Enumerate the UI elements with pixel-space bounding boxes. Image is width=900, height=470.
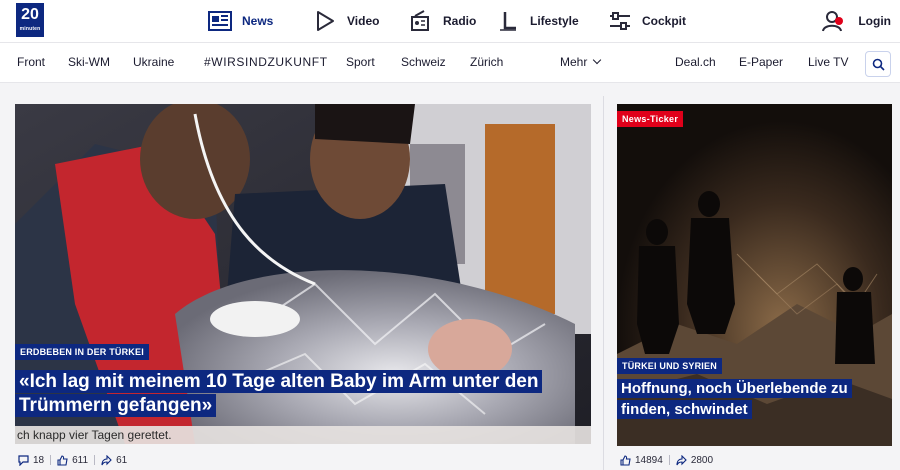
share-icon xyxy=(676,454,687,465)
reactions-value: 14894 xyxy=(635,454,663,466)
section-link-sport[interactable]: Sport xyxy=(346,43,375,82)
side-headline: Hoffnung, noch Überlebende zu finden, sc… xyxy=(617,378,877,420)
side-teaser-stats: 14894 2800 xyxy=(620,452,713,468)
nav-label-video: Video xyxy=(347,14,380,28)
logo-word: minuten xyxy=(19,26,41,32)
nav-label-news: News xyxy=(242,14,274,28)
nav-label-radio: Radio xyxy=(443,14,477,28)
side-kicker: Türkei und Syrien xyxy=(617,358,722,374)
nav-item-lifestyle[interactable]: Lifestyle xyxy=(496,0,579,42)
nav-item-news[interactable]: News xyxy=(208,0,273,42)
link-live-tv[interactable]: Live TV xyxy=(808,43,848,82)
comments-value: 18 xyxy=(33,454,45,466)
section-link-zuerich[interactable]: Zürich xyxy=(470,43,503,82)
main-teaser-stats: 18 611 61 xyxy=(18,452,127,468)
stat-separator xyxy=(50,455,52,465)
play-icon xyxy=(317,11,334,31)
main-lead: ch knapp vier Tagen gerettet. xyxy=(15,426,591,444)
main-kicker: Erdbeben in der Türkei xyxy=(15,344,149,360)
lifestyle-icon xyxy=(500,12,516,31)
more-menu-label: Mehr xyxy=(560,55,588,69)
main-teaser[interactable]: Erdbeben in der Türkei «Ich lag mit mein… xyxy=(15,104,591,444)
stat-separator xyxy=(668,455,670,465)
link-deal[interactable]: Deal.ch xyxy=(675,43,716,82)
nav-label-lifestyle: Lifestyle xyxy=(530,14,579,28)
chevron-down-icon xyxy=(593,55,602,65)
login-label: Login xyxy=(858,14,891,28)
column-divider xyxy=(603,96,604,470)
share-icon xyxy=(101,454,112,465)
reactions-count[interactable]: 611 xyxy=(57,455,88,466)
section-link-ukraine[interactable]: Ukraine xyxy=(133,43,174,82)
nav-item-radio[interactable]: Radio xyxy=(409,0,476,42)
nav-item-cockpit[interactable]: Cockpit xyxy=(608,0,686,42)
search-icon xyxy=(872,58,885,71)
section-nav: Front Ski-WM Ukraine #WIRSINDZUKUNFT Spo… xyxy=(0,42,900,83)
sliders-icon xyxy=(610,12,630,30)
nav-item-video[interactable]: Video xyxy=(313,0,379,42)
shares-value: 61 xyxy=(116,454,128,466)
login-button[interactable]: Login xyxy=(822,0,891,42)
shares-count[interactable]: 61 xyxy=(101,454,128,466)
shares-count[interactable]: 2800 xyxy=(676,454,714,466)
top-header: 20 minuten News Video Radio Lifestyle Co… xyxy=(0,0,900,42)
search-button[interactable] xyxy=(865,51,891,77)
reactions-count[interactable]: 14894 xyxy=(620,455,663,466)
stat-separator xyxy=(94,455,96,465)
section-link-front[interactable]: Front xyxy=(17,43,45,82)
more-menu[interactable]: Mehr xyxy=(560,43,602,82)
main-headline: «Ich lag mit meinem 10 Tage alten Baby i… xyxy=(15,370,591,418)
comment-icon xyxy=(18,454,29,466)
comments-count[interactable]: 18 xyxy=(18,455,44,466)
shares-value: 2800 xyxy=(690,454,714,466)
main-headline-text: «Ich lag mit meinem 10 Tage alten Baby i… xyxy=(15,370,543,417)
side-teaser[interactable]: News-Ticker Türkei und Syrien Hoffnung, … xyxy=(617,104,892,446)
section-link-ski-wm[interactable]: Ski-WM xyxy=(68,43,110,82)
section-link-schweiz[interactable]: Schweiz xyxy=(401,43,446,82)
radio-icon xyxy=(411,10,429,31)
brand-logo[interactable]: 20 minuten xyxy=(16,3,44,37)
logo-number: 20 xyxy=(21,6,39,23)
news-ticker-badge: News-Ticker xyxy=(617,111,684,127)
reactions-value: 611 xyxy=(72,454,89,466)
side-headline-text: Hoffnung, noch Überlebende zu finden, sc… xyxy=(617,379,852,419)
newspaper-icon xyxy=(208,11,232,31)
link-epaper[interactable]: E-Paper xyxy=(739,43,783,82)
thumbs-icon xyxy=(57,454,68,466)
section-link-wirsindzukunft[interactable]: #WIRSINDZUKUNFT xyxy=(204,43,328,82)
thumbs-icon xyxy=(620,454,631,466)
nav-label-cockpit: Cockpit xyxy=(642,14,687,28)
